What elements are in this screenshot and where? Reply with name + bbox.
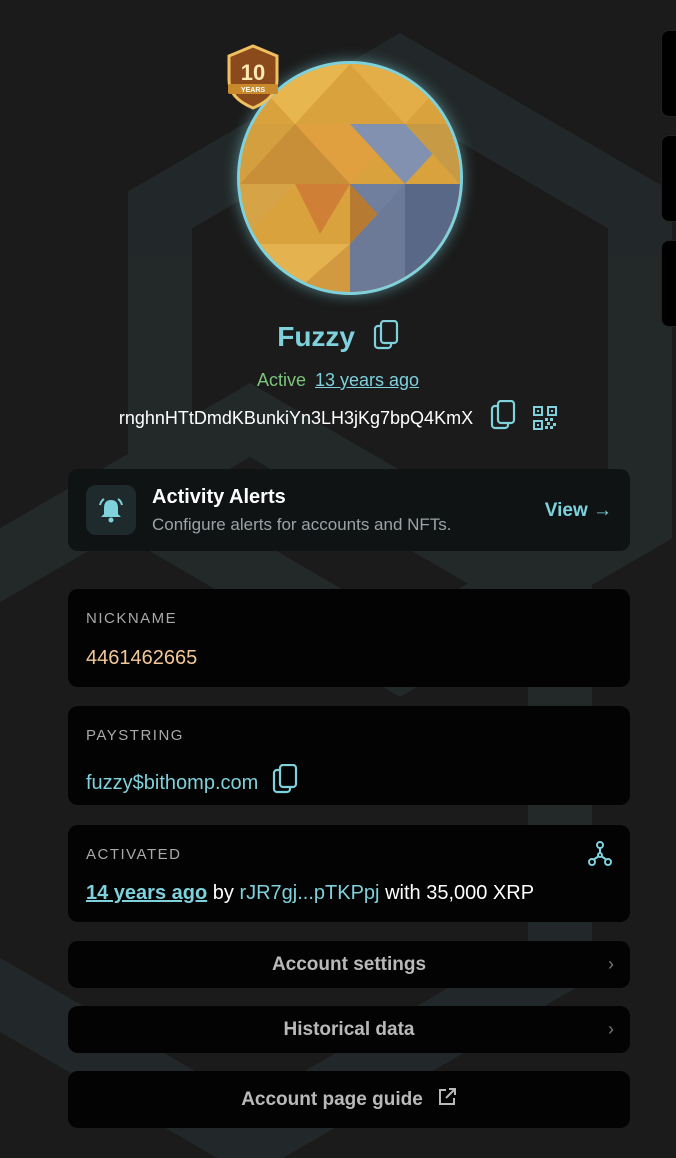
active-label: Active (256, 370, 306, 390)
active-since-link[interactable]: 13 years ago (315, 370, 419, 390)
svg-text:YEARS: YEARS (241, 87, 265, 94)
qr-code-icon[interactable] (533, 406, 558, 435)
account-name: Fuzzy (277, 321, 355, 352)
alerts-subtitle: Configure alerts for accounts and NFTs. (152, 515, 452, 534)
chevron-right-icon: › (608, 954, 614, 974)
side-panel-tab-2[interactable] (661, 135, 676, 222)
activated-amount-text: with 35,000 XRP (385, 882, 535, 904)
activation-tree-icon[interactable] (588, 841, 612, 872)
nickname-value: 4461462665 (86, 647, 198, 669)
svg-text:10: 10 (241, 60, 265, 85)
account-address: rnghnHTtDmdKBunkiYn3LH3jKg7bpQ4KmX (118, 408, 474, 428)
chevron-right-icon: › (608, 1019, 614, 1039)
activity-alerts-card[interactable]: Activity Alerts Configure alerts for acc… (68, 469, 630, 551)
paystring-value: fuzzy$bithomp.com (86, 772, 259, 794)
historical-data-label: Historical data (283, 1018, 415, 1040)
copy-address-icon[interactable] (490, 399, 516, 435)
nickname-label: NICKNAME (86, 610, 178, 627)
account-page-guide-label: Account page guide (241, 1088, 423, 1110)
bell-icon (86, 485, 136, 535)
paystring-label: PAYSTRING (86, 727, 184, 744)
alerts-title: Activity Alerts (152, 486, 286, 508)
external-link-icon (437, 1087, 457, 1112)
account-page-guide-button[interactable]: Account page guide (68, 1071, 630, 1128)
alerts-view-link[interactable]: View → (545, 500, 612, 522)
side-panel-tab-1[interactable] (661, 30, 676, 117)
activated-by-text: by (212, 882, 234, 904)
activated-ago-link[interactable]: 14 years ago (86, 882, 207, 904)
account-settings-label: Account settings (271, 953, 427, 975)
side-panel-tab-3[interactable] (661, 240, 676, 327)
ten-years-badge-icon: 10 YEARS (227, 44, 279, 110)
activator-address-link[interactable]: rJR7gj...pTKPpj (239, 882, 379, 904)
copy-name-icon[interactable] (373, 319, 399, 357)
nickname-card: NICKNAME 4461462665 (68, 589, 630, 687)
copy-paystring-icon[interactable] (272, 763, 298, 800)
activated-card: ACTIVATED 14 years ago by rJR7gj...pTKPp… (68, 825, 630, 922)
paystring-card: PAYSTRING fuzzy$bithomp.com (68, 706, 630, 805)
activated-label: ACTIVATED (86, 846, 182, 863)
historical-data-button[interactable]: Historical data › (68, 1006, 630, 1053)
account-settings-button[interactable]: Account settings › (68, 941, 630, 988)
